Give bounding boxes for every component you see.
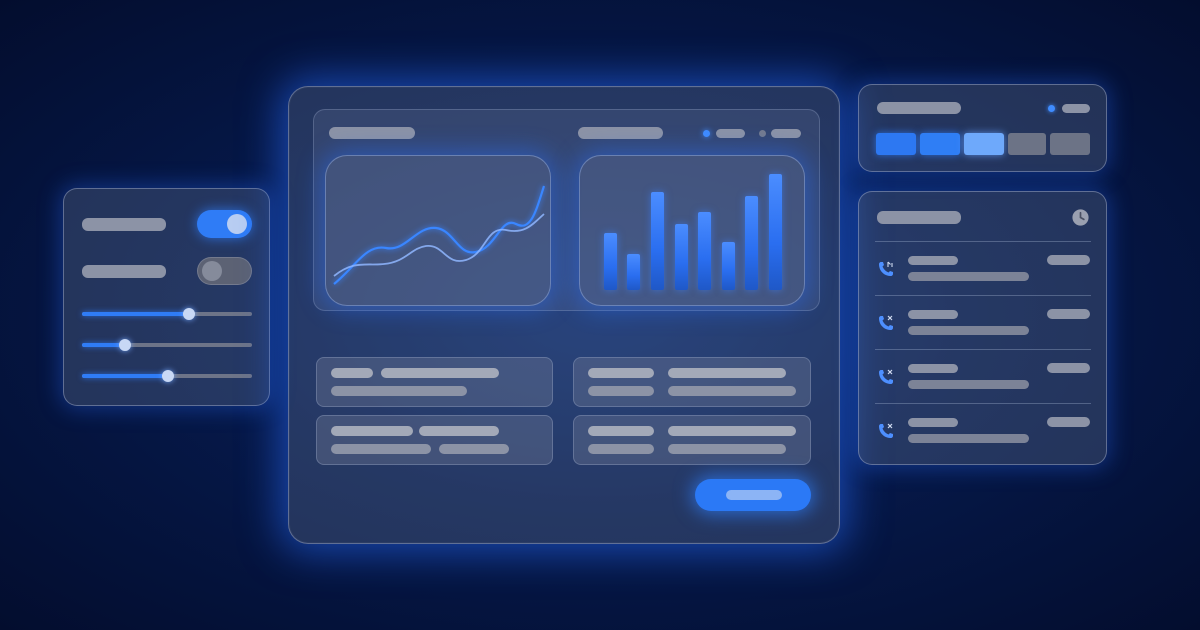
caller-name-placeholder — [908, 418, 958, 427]
slider-handle[interactable] — [162, 370, 174, 382]
header-title-placeholder — [329, 127, 415, 139]
list-item[interactable] — [316, 415, 553, 465]
call-time-placeholder — [1047, 417, 1090, 427]
chart-bar — [745, 196, 758, 290]
text-placeholder — [381, 368, 499, 378]
legend-label-placeholder — [771, 129, 801, 138]
legend-label-placeholder — [716, 129, 745, 138]
slider-fill — [82, 312, 189, 316]
chart-bar — [769, 174, 782, 290]
phone-missed-icon — [879, 315, 893, 330]
status-dot-active — [703, 130, 710, 137]
caller-name-placeholder — [908, 364, 958, 373]
toggle-knob — [202, 261, 222, 281]
setting-label-placeholder — [82, 265, 166, 278]
segment-inactive[interactable] — [1008, 133, 1046, 155]
chart-bar — [651, 192, 664, 290]
call-log-panel — [858, 191, 1107, 465]
bar-chart-card[interactable] — [579, 155, 805, 306]
slider-fill — [82, 374, 168, 378]
call-list-item[interactable] — [859, 404, 1108, 457]
primary-button-label — [695, 479, 696, 480]
call-detail-placeholder — [908, 380, 1029, 389]
panel-title-placeholder — [877, 102, 961, 114]
segment-inactive[interactable] — [1050, 133, 1090, 155]
text-placeholder — [331, 444, 431, 454]
toggle-switch-on[interactable] — [197, 210, 252, 238]
text-placeholder — [588, 444, 654, 454]
text-placeholder — [668, 368, 786, 378]
call-detail-placeholder — [908, 434, 1029, 443]
slider[interactable] — [82, 307, 252, 321]
call-list-item[interactable] — [859, 296, 1108, 349]
line-chart — [333, 185, 546, 285]
segment-control-panel — [858, 84, 1107, 172]
panel-title-placeholder — [877, 211, 961, 224]
line-chart-card[interactable] — [325, 155, 551, 306]
call-list-item[interactable] — [859, 350, 1108, 403]
text-placeholder — [668, 444, 786, 454]
call-detail-placeholder — [908, 272, 1029, 281]
list-item[interactable] — [573, 357, 811, 407]
header-filter-placeholder[interactable] — [578, 127, 663, 139]
slider-handle[interactable] — [119, 339, 131, 351]
setting-label-placeholder — [82, 218, 166, 231]
text-placeholder — [588, 386, 654, 396]
settings-panel — [63, 188, 270, 406]
dashboard-window — [288, 86, 840, 544]
segment-highlight[interactable] — [964, 133, 1004, 155]
slider[interactable] — [82, 338, 252, 352]
list-item[interactable] — [316, 357, 553, 407]
chart-bar — [722, 242, 735, 290]
line-series-primary — [333, 185, 546, 285]
text-placeholder — [331, 426, 413, 436]
chart-bar — [604, 233, 617, 290]
slider-handle[interactable] — [183, 308, 195, 320]
call-time-placeholder — [1047, 255, 1090, 265]
text-placeholder — [331, 386, 467, 396]
chart-bar — [675, 224, 688, 290]
status-dot-inactive — [759, 130, 766, 137]
text-placeholder — [419, 426, 499, 436]
primary-button[interactable] — [695, 479, 811, 511]
call-detail-placeholder — [908, 326, 1029, 335]
status-dot-active — [1048, 105, 1055, 112]
phone-missed-icon — [879, 423, 893, 438]
clock-icon[interactable] — [1071, 208, 1090, 227]
toggle-switch-off[interactable] — [197, 257, 252, 285]
segment-active[interactable] — [876, 133, 916, 155]
phone-incoming-icon — [879, 261, 893, 276]
call-time-placeholder — [1047, 309, 1090, 319]
button-label-placeholder — [726, 490, 782, 500]
text-placeholder — [439, 444, 509, 454]
toggle-knob — [227, 214, 247, 234]
chart-bar — [627, 254, 640, 290]
chart-bar — [698, 212, 711, 290]
segment-active[interactable] — [920, 133, 960, 155]
caller-name-placeholder — [908, 310, 958, 319]
text-placeholder — [668, 386, 796, 396]
list-item[interactable] — [573, 415, 811, 465]
legend-label-placeholder — [1062, 104, 1090, 113]
slider[interactable] — [82, 369, 252, 383]
caller-name-placeholder — [908, 256, 958, 265]
phone-missed-icon — [879, 369, 893, 384]
text-placeholder — [588, 368, 654, 378]
call-time-placeholder — [1047, 363, 1090, 373]
text-placeholder — [668, 426, 796, 436]
call-list-item[interactable] — [859, 242, 1108, 295]
text-placeholder — [331, 368, 373, 378]
text-placeholder — [588, 426, 654, 436]
